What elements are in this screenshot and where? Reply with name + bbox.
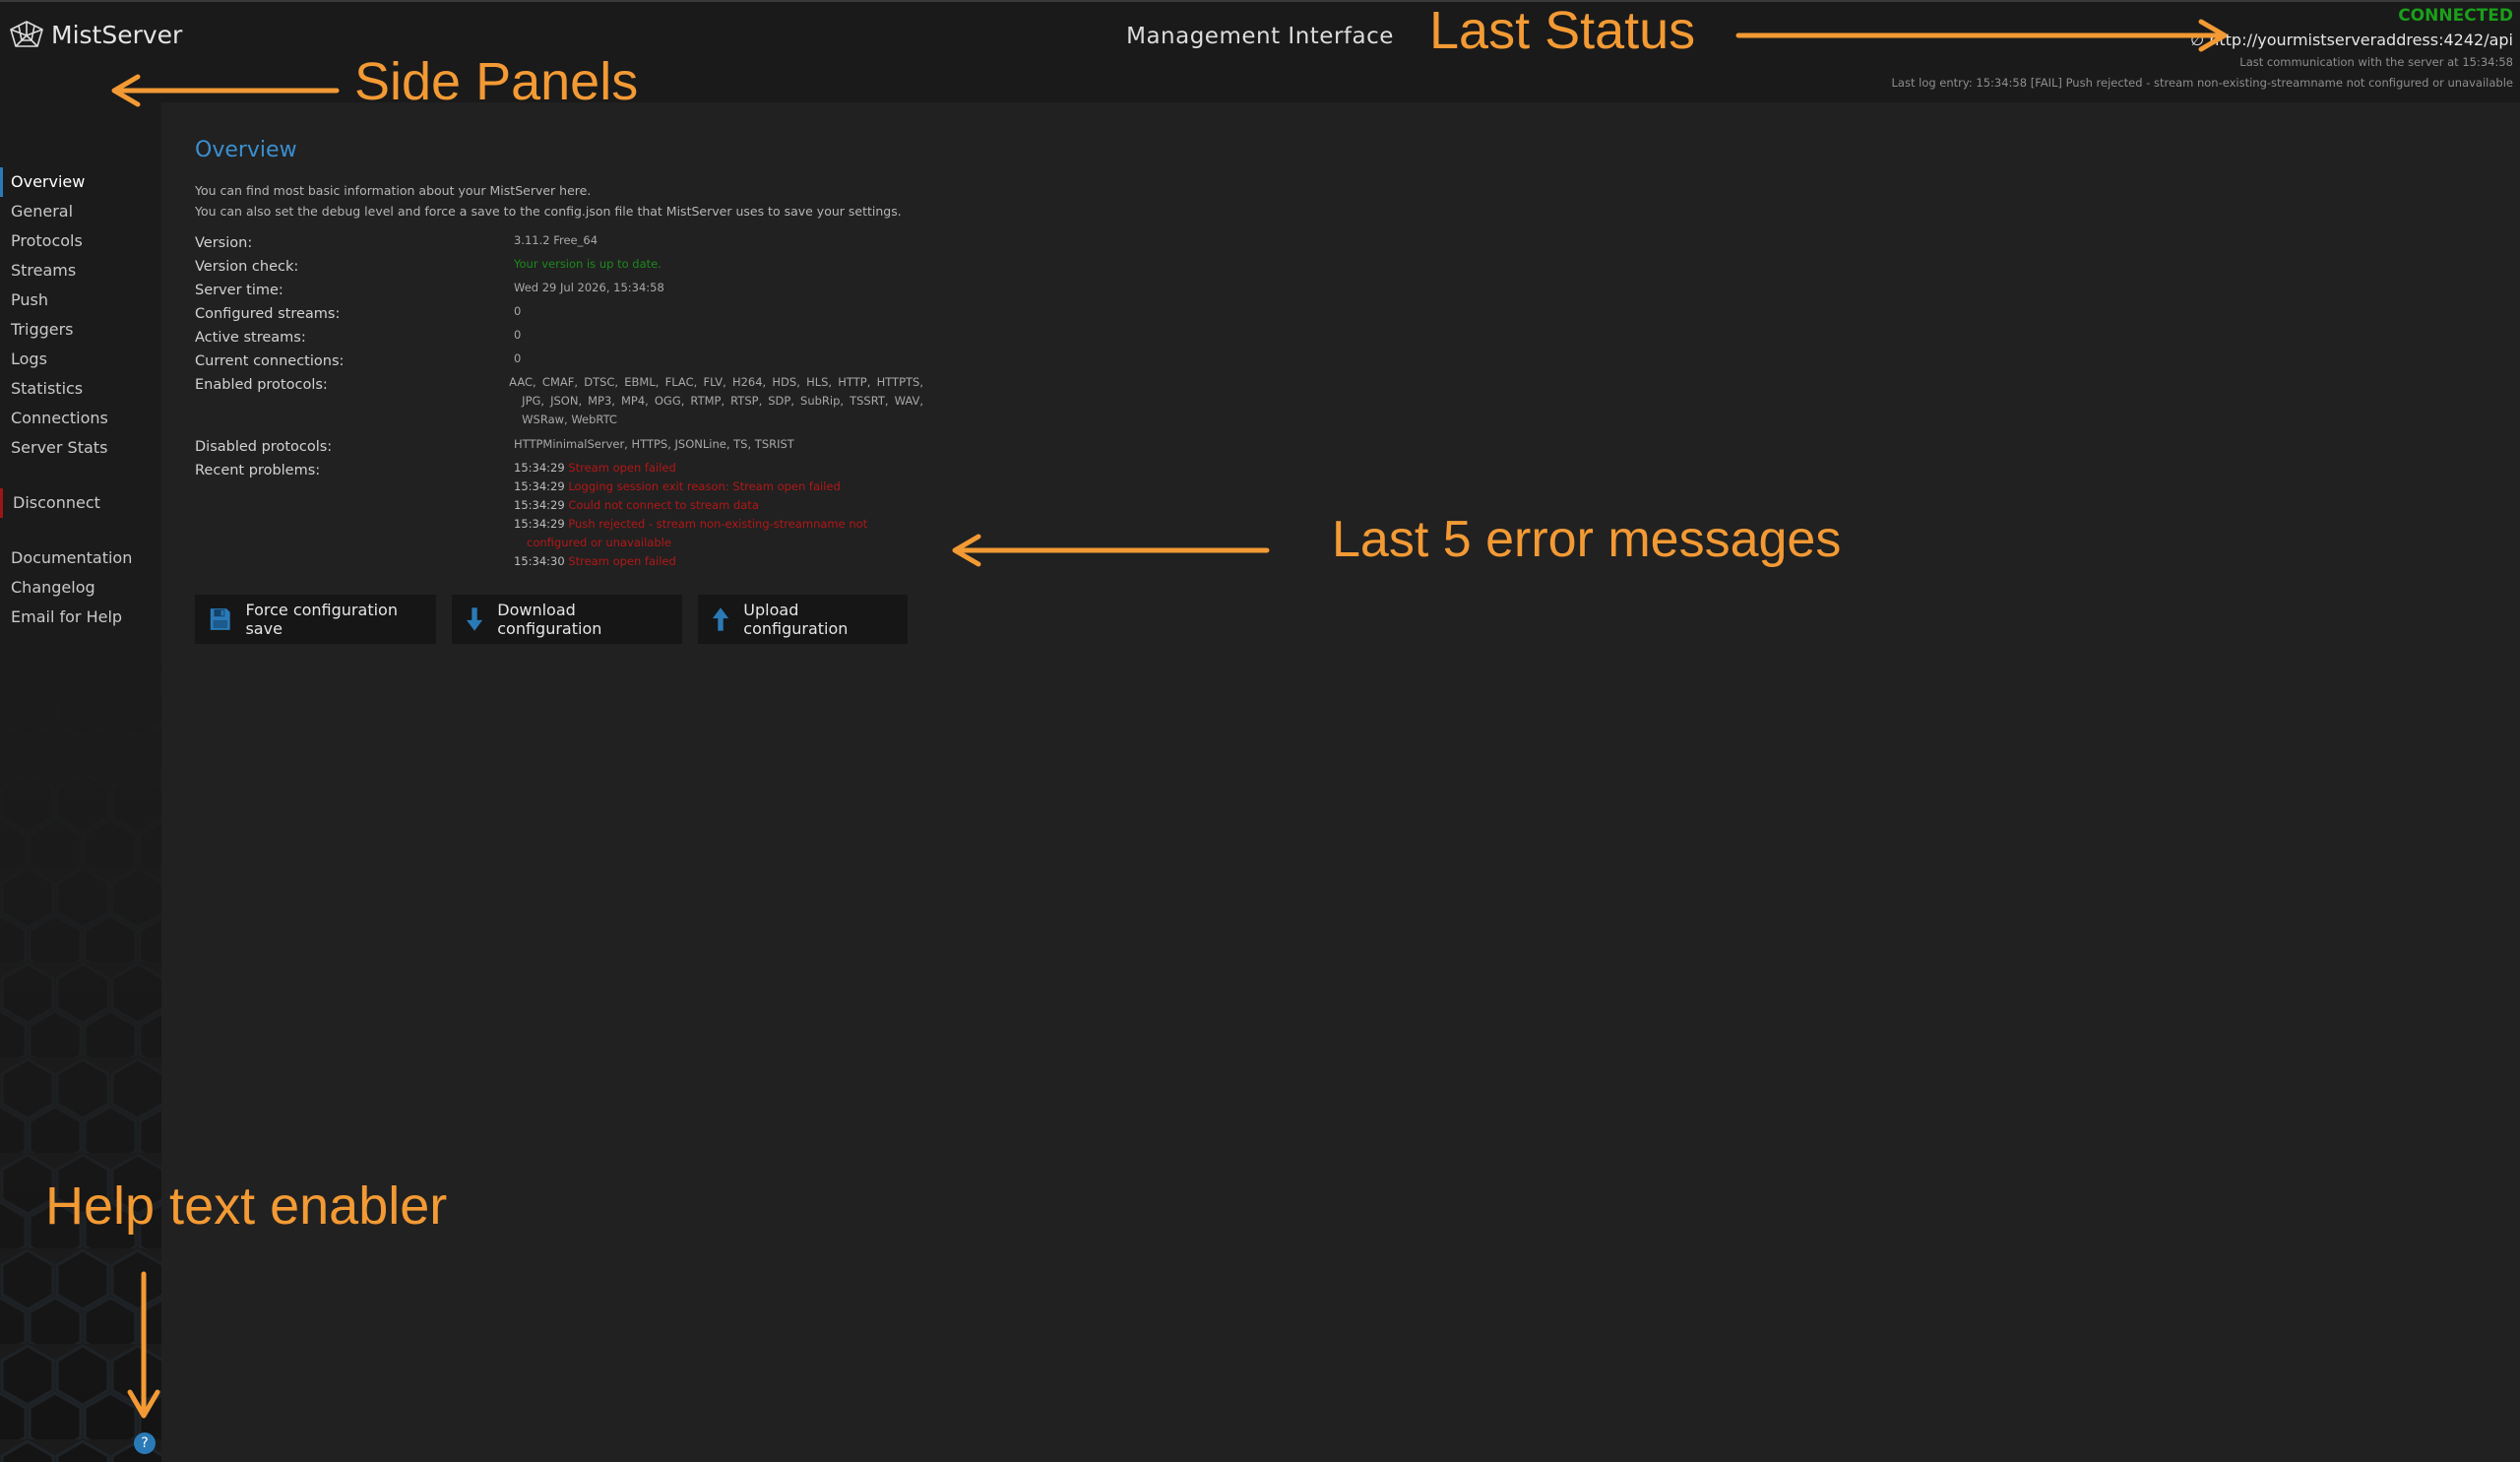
- info-label: Enabled protocols:: [195, 377, 328, 393]
- sidebar-item-protocols[interactable]: Protocols: [0, 226, 161, 256]
- problem-item: 15:34:29 Stream open failed: [514, 459, 921, 477]
- action-buttons: Force configuration save Download config…: [195, 595, 923, 644]
- sidebar-item-connections[interactable]: Connections: [0, 404, 161, 433]
- disabled-protocols-value: HTTPMinimalServer, HTTPS, JSONLine, TS, …: [514, 437, 794, 451]
- sidebar-item-email-help[interactable]: Email for Help: [0, 603, 161, 632]
- overview-panel: Overview You can find most basic informa…: [195, 138, 923, 644]
- floppy-disk-icon: [210, 608, 230, 630]
- last-log-entry: Last log entry: 15:34:58 [FAIL] Push rej…: [1891, 76, 2513, 90]
- problem-message: Logging session exit reason: Stream open…: [568, 479, 841, 493]
- info-label: Server time:: [195, 283, 284, 298]
- button-label: Force configuration save: [245, 601, 398, 638]
- force-save-button[interactable]: Force configuration save: [195, 595, 437, 644]
- enabled-protocols-value: AAC, CMAF, DTSC, EBML, FLAC, FLV, H264, …: [509, 375, 923, 426]
- sidebar-item-logs[interactable]: Logs: [0, 345, 161, 374]
- info-label: Active streams:: [195, 330, 306, 346]
- problem-time: 15:34:29: [514, 479, 565, 493]
- button-label: Upload configuration: [743, 601, 849, 638]
- sidebar-item-changelog[interactable]: Changelog: [0, 573, 161, 603]
- sidebar: Overview General Protocols Streams Push …: [0, 102, 161, 1462]
- info-table: Version: 3.11.2 Free_64 Version check: Y…: [195, 229, 923, 571]
- sidebar-item-streams[interactable]: Streams: [0, 256, 161, 286]
- info-row-enabled-protocols: Enabled protocols: AAC, CMAF, DTSC, EBML…: [195, 371, 923, 429]
- current-connections-value: 0: [514, 351, 522, 365]
- problem-message: Could not connect to stream data: [568, 498, 759, 512]
- button-label: Download configuration: [497, 601, 602, 638]
- overview-description: You can find most basic information abou…: [195, 183, 592, 198]
- arrow-down-icon: [467, 607, 483, 631]
- version-value: 3.11.2 Free_64: [514, 233, 598, 247]
- annotation-help-text: Help text enabler: [45, 1176, 448, 1236]
- arrow-up-icon: [713, 607, 729, 631]
- help-toggle-button[interactable]: ?: [134, 1432, 156, 1454]
- sidebar-item-disconnect[interactable]: Disconnect: [0, 488, 161, 518]
- last-communication: Last communication with the server at 15…: [2239, 55, 2513, 69]
- info-label: Configured streams:: [195, 306, 341, 322]
- problem-item: 15:34:30 Stream open failed: [514, 552, 921, 571]
- upload-config-button[interactable]: Upload configuration: [698, 595, 908, 644]
- annotation-side-panels: Side Panels: [354, 52, 639, 111]
- info-label: Version check:: [195, 259, 299, 275]
- info-row-recent-problems: Recent problems: 15:34:29 Stream open fa…: [195, 457, 923, 571]
- problem-item: 15:34:29 Could not connect to stream dat…: [514, 496, 921, 515]
- info-label: Version:: [195, 235, 253, 251]
- problem-message: Stream open failed: [568, 554, 676, 568]
- server-url: ∅ http://yourmistserveraddress:4242/api: [2190, 31, 2513, 49]
- download-config-button[interactable]: Download configuration: [452, 595, 683, 644]
- problem-time: 15:34:29: [514, 498, 565, 512]
- problem-item: 15:34:29 Logging session exit reason: St…: [514, 477, 921, 496]
- page-title: Overview: [195, 138, 297, 162]
- active-streams-value: 0: [514, 328, 522, 342]
- side-panels-nav: Overview General Protocols Streams Push …: [0, 102, 161, 632]
- annotation-error-messages: Last 5 error messages: [1332, 511, 1842, 568]
- arrow-errors-head: [952, 534, 981, 567]
- info-row-disabled-protocols: Disabled protocols: HTTPMinimalServer, H…: [195, 433, 923, 457]
- problem-item: 15:34:29 Push rejected - stream non-exis…: [514, 515, 921, 552]
- annotation-last-status: Last Status: [1429, 1, 1696, 60]
- sidebar-item-general[interactable]: General: [0, 197, 161, 226]
- overview-description-2: You can also set the debug level and for…: [195, 204, 902, 219]
- info-row-server-time: Server time: Wed 29 Jul 2026, 15:34:58: [195, 277, 923, 300]
- sidebar-item-statistics[interactable]: Statistics: [0, 374, 161, 404]
- sidebar-item-server-stats[interactable]: Server Stats: [0, 433, 161, 463]
- server-time-value: Wed 29 Jul 2026, 15:34:58: [514, 281, 664, 294]
- sidebar-item-push[interactable]: Push: [0, 286, 161, 315]
- problem-time: 15:34:29: [514, 517, 565, 531]
- recent-problems-list: 15:34:29 Stream open failed 15:34:29 Log…: [514, 457, 921, 571]
- sidebar-item-triggers[interactable]: Triggers: [0, 315, 161, 345]
- info-row-current-connections: Current connections: 0: [195, 348, 923, 371]
- info-row-version: Version: 3.11.2 Free_64: [195, 229, 923, 253]
- info-label: Current connections:: [195, 353, 345, 369]
- info-row-configured-streams: Configured streams: 0: [195, 300, 923, 324]
- connection-state: CONNECTED: [2398, 6, 2513, 26]
- info-row-version-check: Version check: Your version is up to dat…: [195, 253, 923, 277]
- info-label: Disabled protocols:: [195, 439, 333, 455]
- problem-message: Push rejected - stream non-existing-stre…: [527, 517, 868, 549]
- problem-message: Stream open failed: [568, 461, 676, 475]
- connection-status: CONNECTED ∅ http://yourmistserveraddress…: [1892, 4, 2513, 91]
- version-check-value: Your version is up to date.: [514, 257, 662, 271]
- info-row-active-streams: Active streams: 0: [195, 324, 923, 348]
- sidebar-item-overview[interactable]: Overview: [0, 167, 161, 197]
- sidebar-item-documentation[interactable]: Documentation: [0, 543, 161, 573]
- configured-streams-value: 0: [514, 304, 522, 318]
- problem-time: 15:34:30: [514, 554, 565, 568]
- info-label: Recent problems:: [195, 463, 321, 478]
- problem-time: 15:34:29: [514, 461, 565, 475]
